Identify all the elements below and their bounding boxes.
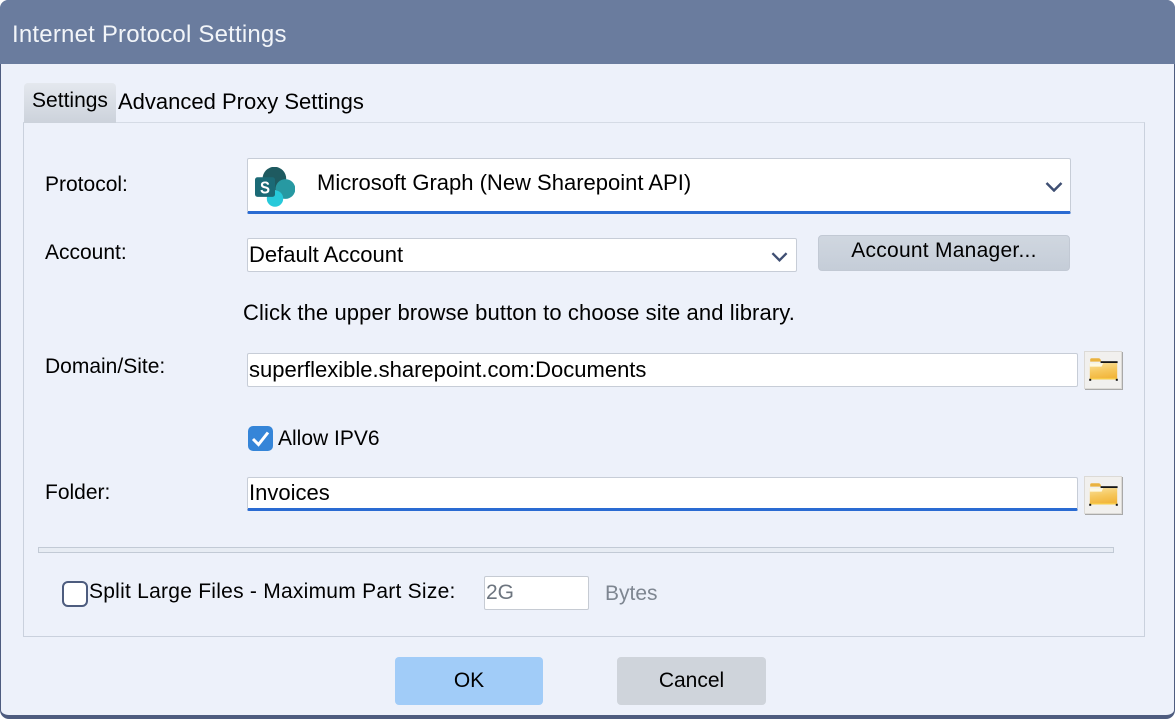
svg-text:S: S xyxy=(260,178,270,198)
